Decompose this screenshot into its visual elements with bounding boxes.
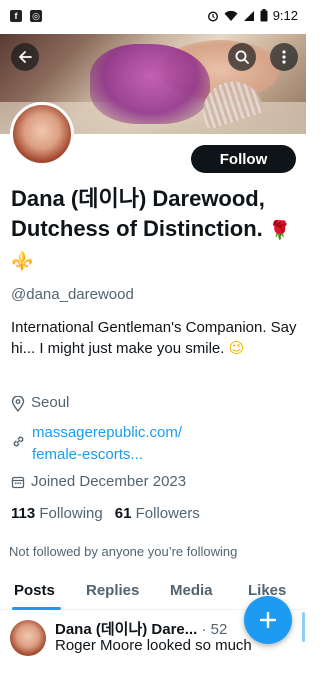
alarm-icon: [207, 10, 218, 22]
followers-stat[interactable]: 61 Followers: [115, 505, 200, 522]
wink-emoji: 😉: [228, 340, 245, 357]
profile-bio: International Gentleman's Companion. Say…: [11, 317, 297, 359]
post-header: Dana (데이나) Dare... · 52: [55, 618, 227, 639]
plus-icon: [259, 611, 277, 629]
arrow-left-icon: [19, 51, 32, 63]
post-text: Roger Moore looked so much: [55, 637, 252, 654]
calendar-icon: [11, 476, 25, 489]
post-avatar[interactable]: [10, 620, 46, 656]
scroll-indicator: [302, 612, 305, 642]
fleur-de-lis-emoji: ⚜️: [11, 251, 34, 271]
website-link[interactable]: massagerepublic.com/ female-escorts...: [32, 422, 182, 466]
display-name: Dana (데이나) Darewood, Dutchess of Distinc…: [11, 184, 301, 276]
profile-location: Seoul: [11, 394, 69, 412]
following-label: Following: [39, 505, 103, 522]
profile-avatar[interactable]: [10, 102, 74, 166]
website-line-2[interactable]: female-escorts...: [32, 444, 182, 466]
wifi-icon: [224, 10, 238, 21]
facebook-icon: f: [10, 10, 22, 22]
follow-button[interactable]: Follow: [191, 145, 296, 173]
status-right: 9:12: [207, 8, 298, 23]
rose-emoji: 🌹: [268, 220, 292, 240]
following-stat[interactable]: 113 Following: [11, 505, 103, 522]
battery-icon: [260, 9, 268, 22]
profile-handle: @dana_darewood: [11, 286, 134, 303]
followers-count: 61: [114, 505, 132, 522]
profile-website[interactable]: massagerepublic.com/ female-escorts...: [11, 422, 182, 466]
status-left-icons: f ◎: [10, 10, 42, 22]
more-button[interactable]: [270, 43, 298, 71]
location-text: Seoul: [31, 394, 70, 411]
tab-posts[interactable]: Posts: [14, 582, 55, 599]
followers-label: Followers: [135, 505, 200, 522]
website-line-1[interactable]: massagerepublic.com/: [32, 422, 182, 444]
more-vertical-icon: [282, 50, 286, 64]
post-author[interactable]: Dana (데이나) Dare...: [55, 621, 197, 638]
search-button[interactable]: [228, 43, 256, 71]
follow-stats: 113 Following 61 Followers: [11, 505, 200, 522]
compose-button[interactable]: [244, 596, 292, 644]
search-icon: [235, 50, 249, 64]
active-tab-indicator: [12, 607, 61, 610]
status-time: 9:12: [272, 8, 298, 23]
location-pin-icon: [11, 396, 25, 412]
profile-joined: Joined December 2023: [11, 473, 186, 490]
signal-icon: [243, 10, 254, 21]
tab-replies[interactable]: Replies: [86, 582, 139, 599]
bio-text: International Gentleman's Companion. Say…: [11, 319, 297, 357]
back-button[interactable]: [11, 43, 39, 71]
link-icon: [13, 436, 24, 447]
shield-app-icon: ◎: [30, 10, 42, 22]
display-name-text: Dana (데이나) Darewood, Dutchess of Distinc…: [11, 186, 265, 241]
status-bar: f ◎ 9:12: [0, 0, 306, 34]
tab-media[interactable]: Media: [170, 582, 213, 599]
mutual-followers-note: Not followed by anyone you’re following: [9, 544, 238, 559]
following-count: 113: [11, 505, 36, 522]
joined-text: Joined December 2023: [31, 473, 187, 490]
post-time: · 52: [201, 621, 228, 638]
